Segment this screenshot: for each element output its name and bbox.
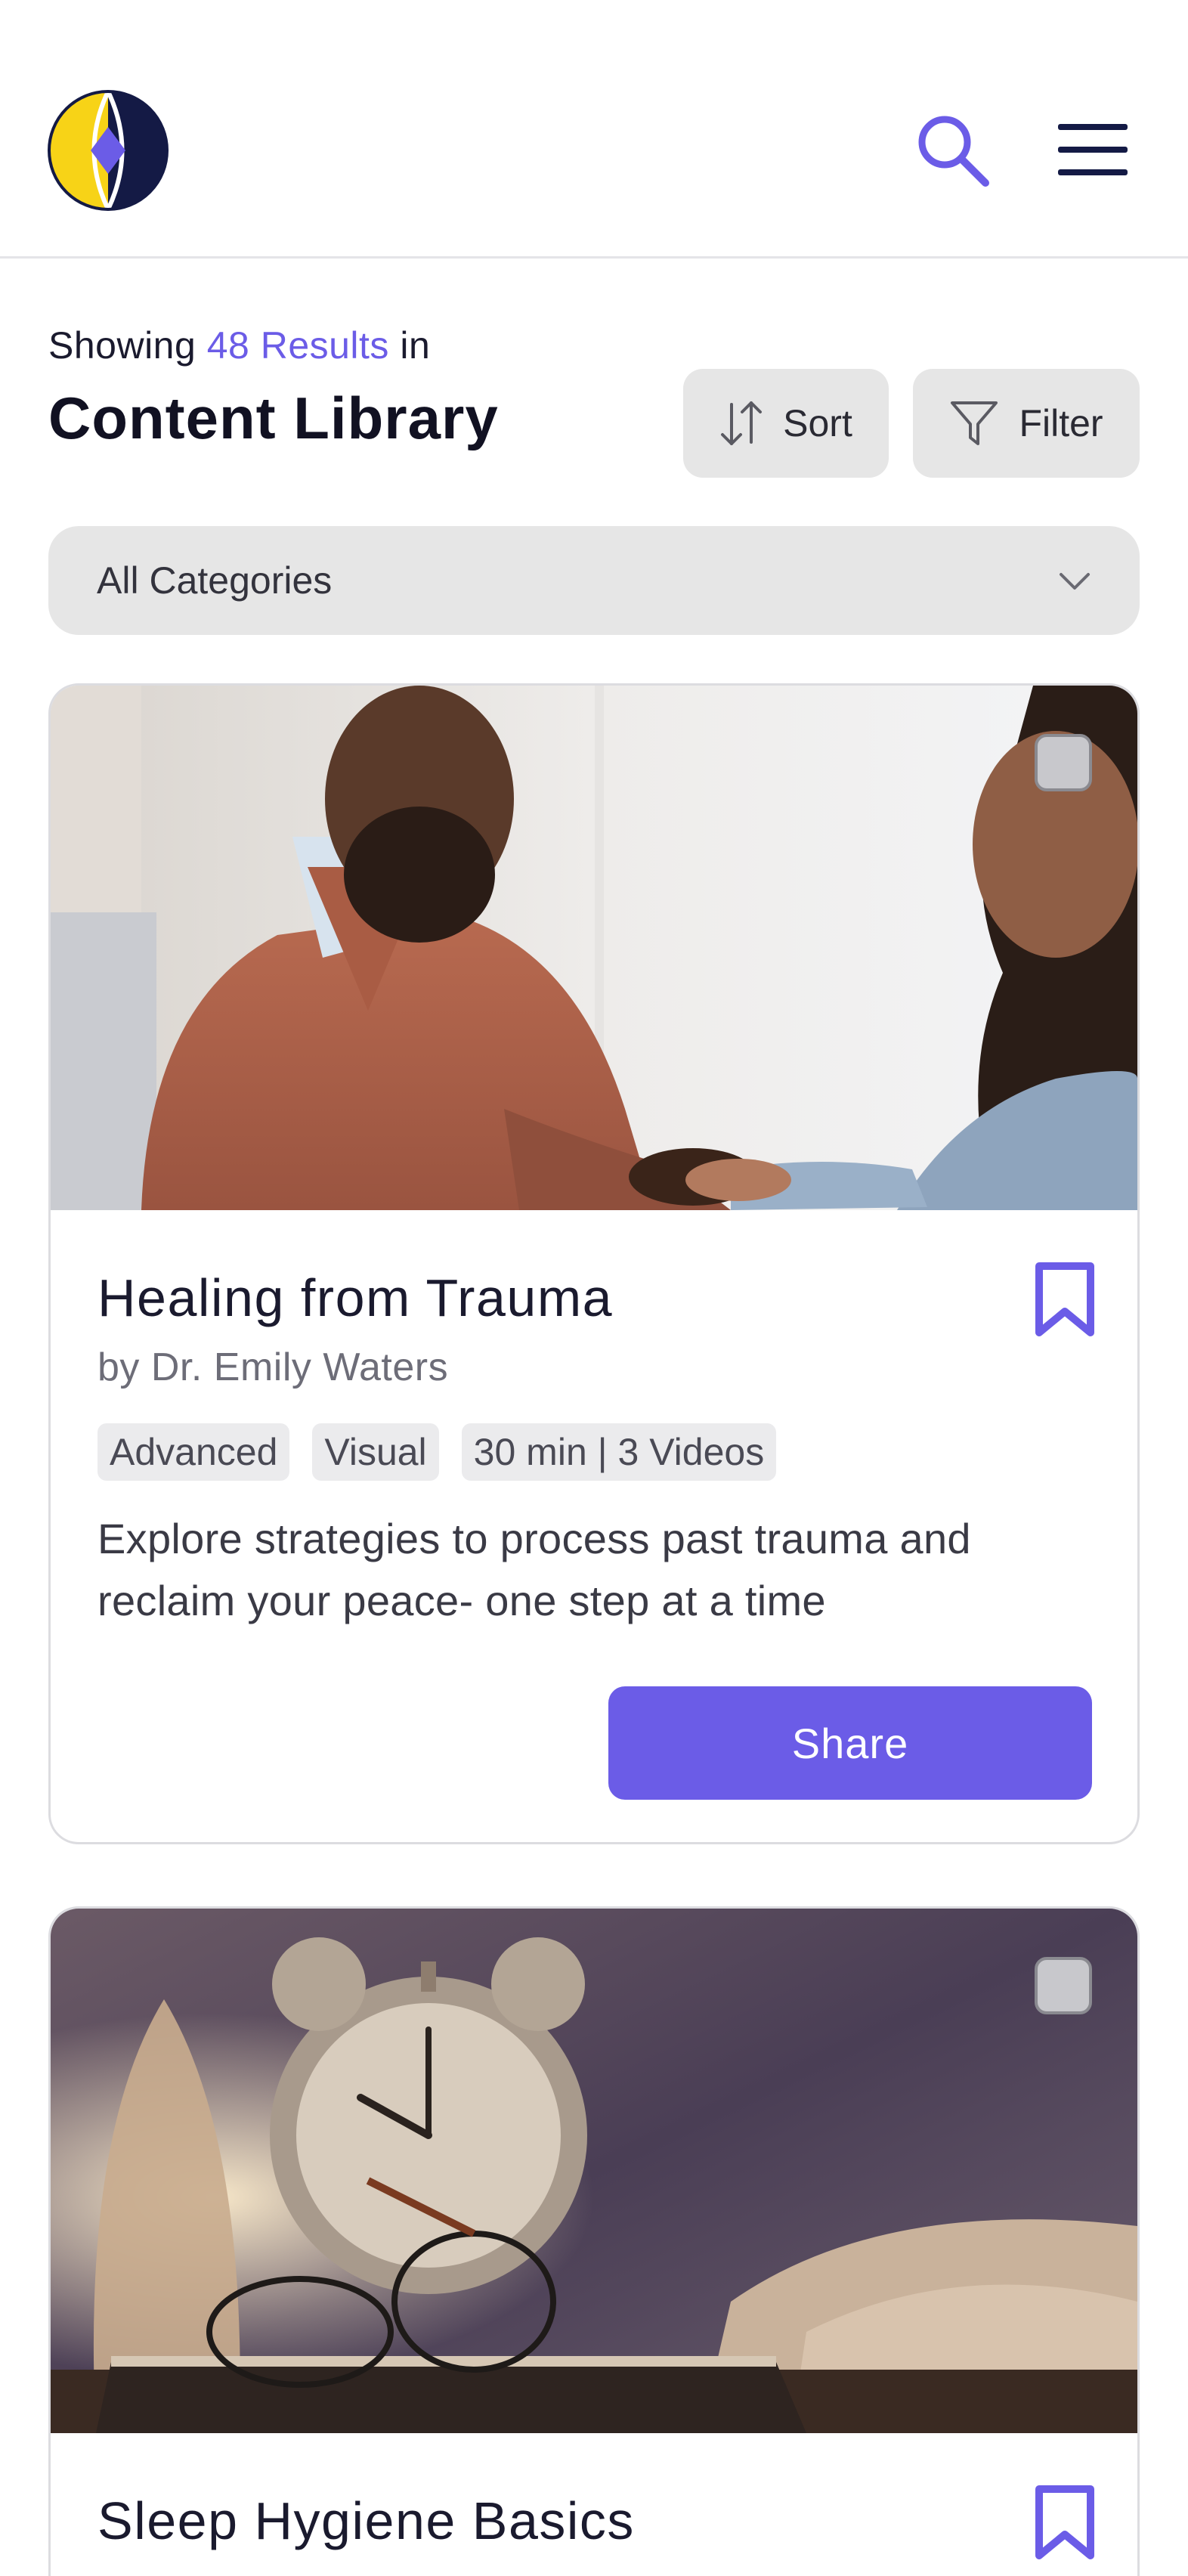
card-title: Healing from Trauma — [97, 1268, 614, 1327]
content-card[interactable]: Healing from Trauma by Dr. Emily Waters … — [48, 683, 1140, 1844]
tag-level: Advanced — [97, 1423, 290, 1481]
showing-prefix: Showing — [48, 324, 196, 367]
filter-button[interactable]: Filter — [913, 369, 1140, 478]
sort-label: Sort — [783, 402, 852, 444]
brand-logo-icon[interactable] — [47, 89, 169, 212]
card-description: Explore strategies to process past traum… — [97, 1515, 971, 1624]
card-author: by Dr. Emily Waters — [97, 1345, 449, 1389]
card-tags: Advanced Visual 30 min | 3 Videos — [97, 1423, 777, 1481]
filter-label: Filter — [1019, 402, 1103, 444]
card-image-alarm-clock — [51, 1909, 1137, 2433]
sort-button[interactable]: Sort — [683, 369, 889, 478]
showing-suffix: in — [400, 324, 431, 367]
tag-duration: 30 min | 3 Videos — [461, 1423, 777, 1481]
content-card[interactable]: Sleep Hygiene Basics — [48, 1906, 1140, 2576]
filter-icon — [951, 401, 998, 445]
card-image-therapy-session — [51, 686, 1137, 1210]
bookmark-icon[interactable] — [1033, 2485, 1097, 2560]
results-summary: Showing 48 Results in — [48, 324, 430, 367]
card-select-checkbox[interactable] — [1035, 734, 1092, 791]
app-header — [0, 0, 1188, 259]
category-selected-value: All Categories — [97, 559, 333, 602]
bookmark-icon[interactable] — [1033, 1262, 1097, 1337]
tag-format: Visual — [312, 1423, 439, 1481]
hamburger-menu-icon[interactable] — [1055, 121, 1131, 178]
card-select-checkbox[interactable] — [1035, 1957, 1092, 2014]
chevron-down-icon — [1060, 573, 1090, 590]
search-icon[interactable] — [913, 110, 992, 189]
results-count: 48 Results — [206, 324, 389, 367]
page-title: Content Library — [48, 385, 499, 451]
card-title: Sleep Hygiene Basics — [97, 2491, 635, 2550]
share-button[interactable]: Share — [608, 1686, 1092, 1800]
sort-icon — [721, 401, 763, 445]
category-dropdown[interactable]: All Categories — [48, 526, 1140, 635]
